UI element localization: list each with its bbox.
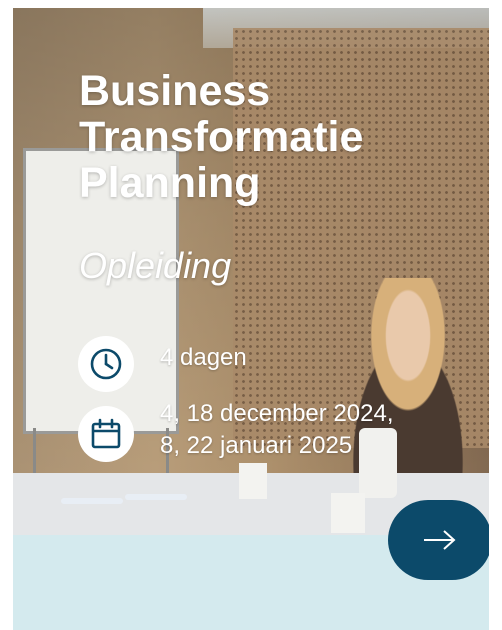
photo-marker [61, 498, 123, 504]
course-subtitle: Opleiding [79, 245, 232, 286]
course-duration: 4 dagen [160, 344, 247, 371]
clock-icon [78, 336, 134, 392]
course-dates-line: 8, 22 januari 2025 [160, 432, 353, 459]
course-title: Business Transformatie Planning [79, 68, 479, 206]
course-card[interactable]: Business Transformatie Planning Opleidin… [13, 8, 489, 630]
photo-cup [331, 493, 365, 533]
photo-marker [125, 494, 187, 500]
calendar-icon [78, 406, 134, 462]
course-dates-line: 4, 18 december 2024, [160, 400, 394, 427]
course-title-line: Business [79, 67, 271, 115]
course-title-line: Transformatie [79, 113, 364, 161]
photo-cup [239, 463, 267, 499]
arrow-right-icon [424, 530, 456, 550]
course-title-line: Planning [79, 159, 261, 207]
next-button[interactable] [388, 500, 489, 580]
course-dates: 4, 18 december 2024, 8, 22 januari 2025 [160, 398, 394, 462]
